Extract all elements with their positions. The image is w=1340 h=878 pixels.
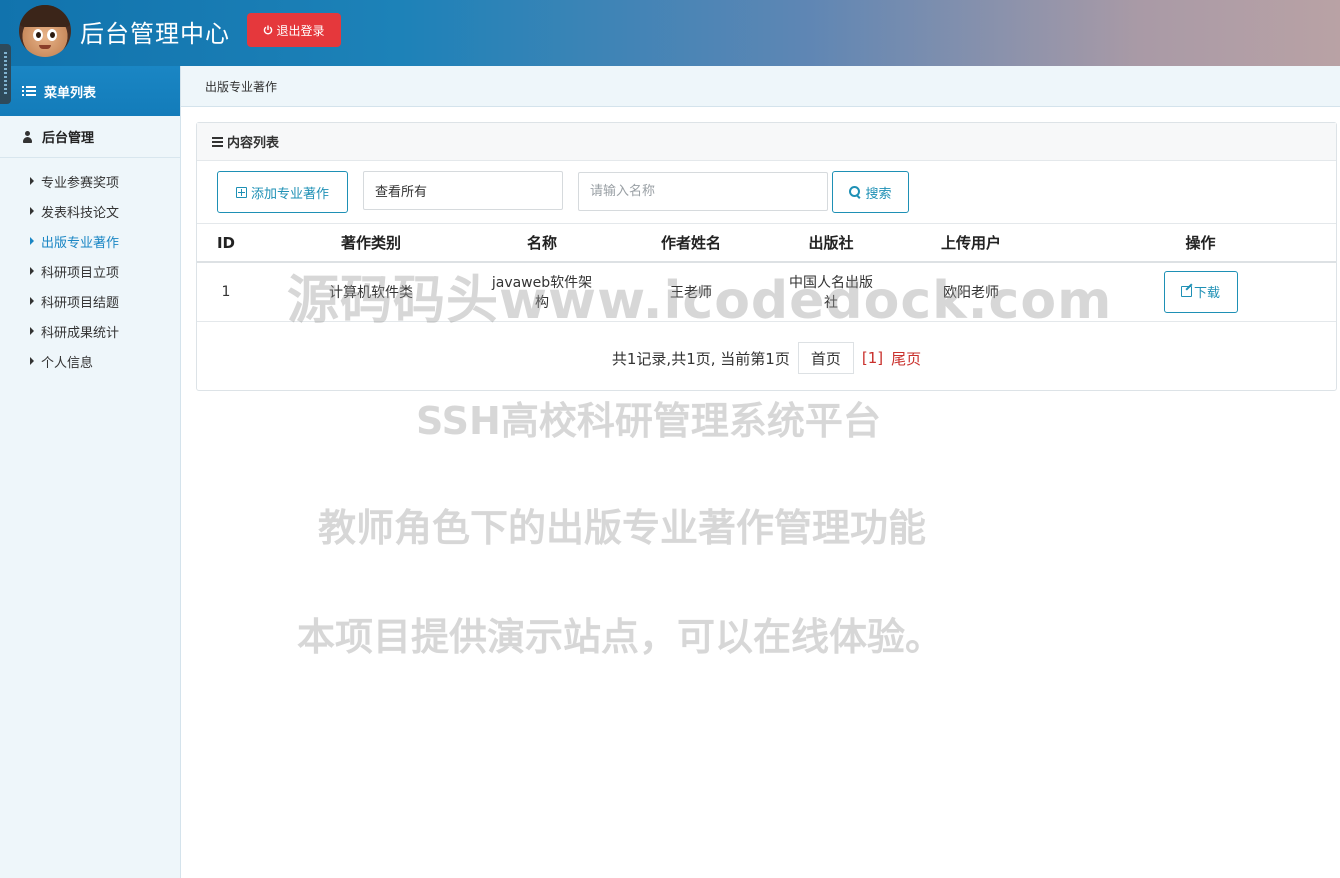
logout-label: 退出登录	[276, 23, 325, 38]
caret-right-icon	[30, 297, 34, 305]
caret-right-icon	[30, 207, 34, 215]
sidebar-item-label: 个人信息	[41, 355, 94, 371]
content-panel: 内容列表 添加专业著作 查看所有 搜索 ID 著作类别 名称 作者姓名 出版社 …	[196, 122, 1337, 391]
breadcrumb: 出版专业著作	[181, 66, 1340, 107]
sidebar-item-project-completion[interactable]: 科研项目结题	[0, 286, 180, 316]
watermark-text: SSH高校科研管理系统平台	[416, 399, 881, 443]
group-title: 后台管理	[42, 131, 95, 146]
sidebar-item-profile[interactable]: 个人信息	[0, 346, 180, 376]
table-row: 1 计算机软件类 javaweb软件架构 王老师 中国人名出版社 欧阳老师 下载	[197, 262, 1336, 321]
bars-icon	[212, 136, 223, 147]
cell-category: 计算机软件类	[329, 284, 413, 301]
sidebar-item-project-approval[interactable]: 科研项目立项	[0, 256, 180, 286]
search-input[interactable]	[578, 172, 828, 211]
caret-right-icon	[30, 177, 34, 185]
plus-square-icon	[235, 186, 247, 198]
sidebar-item-publications[interactable]: 出版专业著作	[0, 226, 180, 256]
sidebar-item-statistics[interactable]: 科研成果统计	[0, 316, 180, 346]
sidebar: 菜单列表 后台管理 专业参赛奖项 发表科技论文 出版专业著作 科研项目立项 科研…	[0, 66, 181, 878]
first-page-button[interactable]: 首页	[797, 342, 854, 374]
breadcrumb-current: 出版专业著作	[205, 79, 278, 94]
toolbar: 添加专业著作 查看所有 搜索	[197, 161, 1336, 224]
table-header-row: ID 著作类别 名称 作者姓名 出版社 上传用户 操作	[197, 224, 1336, 262]
column-header: 上传用户	[940, 234, 1001, 252]
top-header: 后台管理中心 退出登录	[0, 0, 1340, 66]
cell-publisher: 中国人名出版社	[789, 274, 873, 311]
search-button[interactable]: 搜索	[832, 171, 909, 213]
cell-author: 王老师	[670, 284, 712, 301]
edit-icon	[1180, 286, 1192, 298]
cell-uploader: 欧阳老师	[943, 284, 999, 301]
column-header: 名称	[526, 234, 557, 252]
menu-title: 菜单列表	[44, 85, 97, 101]
last-page-link[interactable]: 尾页	[891, 348, 921, 369]
caret-right-icon	[30, 327, 34, 335]
column-header: 著作类别	[340, 234, 401, 252]
nav-list: 专业参赛奖项 发表科技论文 出版专业著作 科研项目立项 科研项目结题 科研成果统…	[0, 158, 180, 376]
sidebar-item-awards[interactable]: 专业参赛奖项	[0, 166, 180, 196]
sidebar-item-label: 出版专业著作	[41, 235, 120, 251]
logout-button[interactable]: 退出登录	[247, 13, 341, 47]
panel-header: 内容列表	[197, 123, 1336, 161]
column-header: 作者姓名	[660, 234, 721, 252]
publications-table: ID 著作类别 名称 作者姓名 出版社 上传用户 操作 1 计算机软件类 jav…	[197, 224, 1336, 322]
menu-header: 菜单列表	[0, 66, 180, 116]
column-header: ID	[216, 233, 236, 252]
sidebar-item-label: 科研成果统计	[41, 325, 120, 341]
download-button[interactable]: 下载	[1163, 270, 1238, 313]
pagination: 共1记录,共1页, 当前第1页 首页 [1] 尾页	[197, 341, 1336, 375]
watermark-text: 教师角色下的出版专业著作管理功能	[318, 506, 927, 550]
caret-right-icon	[30, 267, 34, 275]
sidebar-item-label: 专业参赛奖项	[41, 175, 120, 191]
avatar	[19, 5, 71, 57]
add-publication-button[interactable]: 添加专业著作	[217, 171, 348, 213]
user-icon	[22, 130, 33, 143]
list-icon	[22, 86, 36, 96]
filter-select[interactable]: 查看所有	[363, 171, 563, 210]
pagination-summary: 共1记录,共1页, 当前第1页	[611, 349, 790, 368]
sidebar-item-label: 科研项目立项	[41, 265, 120, 281]
download-label: 下载	[1193, 286, 1220, 302]
caret-right-icon	[30, 357, 34, 365]
sidebar-item-papers[interactable]: 发表科技论文	[0, 196, 180, 226]
power-icon	[263, 25, 273, 35]
caret-right-icon	[30, 237, 34, 245]
add-button-label: 添加专业著作	[250, 186, 329, 202]
filter-select-value: 查看所有	[375, 185, 428, 200]
cell-action: 下载	[1065, 262, 1336, 321]
panel-title: 内容列表	[227, 136, 280, 151]
sidebar-item-label: 科研项目结题	[41, 295, 120, 311]
search-icon	[849, 186, 861, 198]
column-header: 操作	[1185, 234, 1216, 252]
sidebar-group-admin[interactable]: 后台管理	[0, 116, 180, 158]
sidebar-item-label: 发表科技论文	[41, 205, 120, 221]
column-header: 出版社	[808, 234, 854, 252]
search-button-label: 搜索	[865, 186, 892, 202]
app-title: 后台管理中心	[80, 20, 230, 48]
sidebar-toggle-handle[interactable]	[0, 44, 11, 104]
cell-name: javaweb软件架构	[491, 274, 593, 311]
cell-id: 1	[221, 283, 231, 300]
watermark-text: 本项目提供演示站点，可以在线体验。	[297, 615, 944, 659]
current-page: [1]	[861, 349, 884, 367]
